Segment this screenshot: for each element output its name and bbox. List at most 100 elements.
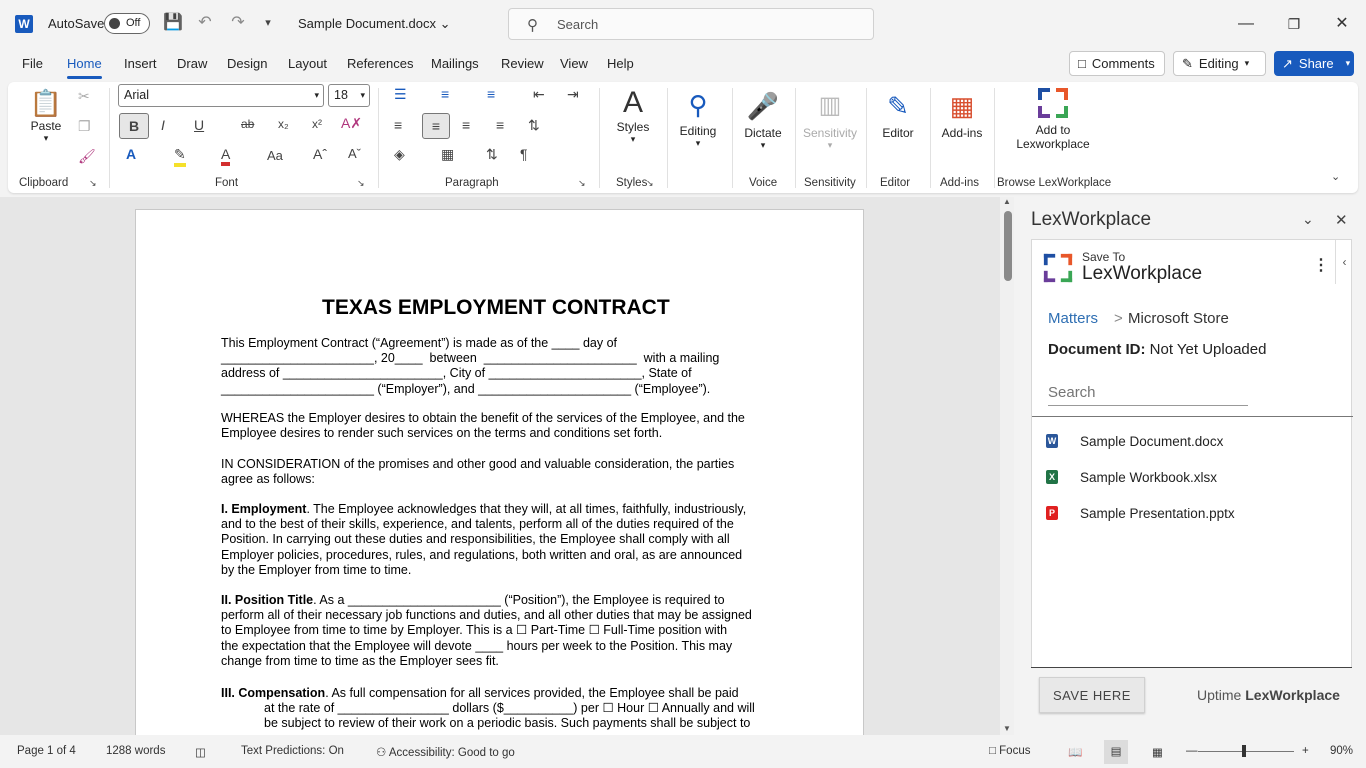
addins-button[interactable]: ▦ Add-ins	[938, 86, 986, 140]
collapse-ribbon-icon[interactable]: ⌄	[1331, 170, 1340, 183]
restore-icon[interactable]: ❐	[1283, 13, 1305, 35]
text-effects-icon[interactable]: A	[126, 146, 136, 162]
increase-indent-icon[interactable]: ⇥	[567, 86, 579, 103]
font-color-icon[interactable]: A	[221, 146, 231, 166]
dialog-launcher-icon[interactable]: ↘	[646, 178, 654, 189]
pane-search-input[interactable]	[1048, 380, 1248, 406]
justify-icon[interactable]: ≡	[496, 117, 504, 133]
comment-icon: □	[1078, 56, 1086, 71]
dialog-launcher-icon[interactable]: ↘	[578, 178, 586, 189]
show-formatting-icon[interactable]: ¶	[520, 146, 528, 162]
save-here-button[interactable]: SAVE HERE	[1039, 677, 1145, 713]
numbering-icon[interactable]: ≡	[441, 86, 449, 102]
customize-toolbar-icon[interactable]: ▾	[258, 13, 278, 33]
editing-button[interactable]: ⚲ Editing ▾	[676, 86, 720, 149]
document-page[interactable]: TEXAS EMPLOYMENT CONTRACT This Employmen…	[135, 209, 864, 735]
align-center-icon[interactable]: ≡	[422, 113, 450, 139]
copy-icon[interactable]: ❐	[78, 118, 91, 135]
close-icon[interactable]: ✕	[1331, 13, 1353, 35]
scroll-up-icon[interactable]: ▲	[1003, 197, 1011, 206]
decrease-indent-icon[interactable]: ⇤	[533, 86, 545, 103]
save-icon[interactable]: 💾	[163, 13, 183, 33]
format-painter-icon[interactable]: 🖌	[78, 148, 96, 165]
redo-icon[interactable]: ↷	[228, 13, 248, 33]
dialog-launcher-icon[interactable]: ↘	[89, 178, 97, 189]
tab-help[interactable]: Help	[607, 56, 634, 71]
shading-icon[interactable]: ◈	[394, 146, 405, 163]
dictate-button[interactable]: 🎤 Dictate ▾	[741, 86, 785, 151]
font-name-box[interactable]: Arial ▾	[118, 84, 324, 107]
undo-icon[interactable]: ↶	[195, 13, 215, 33]
shrink-font-icon[interactable]: Aˇ	[348, 146, 361, 161]
tab-review[interactable]: Review	[501, 56, 544, 71]
sensitivity-button[interactable]: ▥ Sensitivity ▾	[798, 86, 862, 151]
highlight-icon[interactable]: ✎	[174, 146, 186, 167]
scroll-down-icon[interactable]: ▼	[1003, 724, 1011, 733]
bold-icon[interactable]: B	[119, 113, 149, 139]
focus-button[interactable]: □ Focus	[989, 745, 1030, 757]
file-item[interactable]: P Sample Presentation.pptx	[1046, 502, 1235, 524]
underline-icon[interactable]: U	[194, 117, 204, 133]
document-title[interactable]: Sample Document.docx ⌄	[298, 16, 451, 32]
collapse-panel-icon[interactable]: ‹	[1335, 240, 1353, 284]
breadcrumb-matters[interactable]: Matters	[1048, 310, 1098, 327]
vertical-scrollbar[interactable]: ▲ ▼	[1000, 197, 1014, 735]
font-size-box[interactable]: 18 ▾	[328, 84, 370, 107]
grow-font-icon[interactable]: Aˆ	[313, 146, 327, 162]
tab-draw[interactable]: Draw	[177, 56, 207, 71]
page-count[interactable]: Page 1 of 4	[17, 745, 76, 757]
sort-icon[interactable]: ⇅	[486, 146, 498, 163]
read-mode-icon[interactable]: 📖	[1068, 745, 1082, 759]
zoom-slider-thumb[interactable]	[1242, 745, 1246, 757]
proofing-icon[interactable]: ◫	[195, 745, 206, 759]
tab-references[interactable]: References	[347, 56, 413, 71]
line-spacing-icon[interactable]: ⇅	[528, 117, 540, 134]
dialog-launcher-icon[interactable]: ↘	[357, 178, 365, 189]
accessibility-status[interactable]: ⚇ Accessibility: Good to go	[376, 745, 515, 759]
file-item[interactable]: X Sample Workbook.xlsx	[1046, 466, 1217, 488]
cut-icon[interactable]: ✂	[78, 88, 90, 105]
add-to-lexworkplace-button[interactable]: Add to Lexworkplace	[1008, 86, 1098, 151]
tab-file[interactable]: File	[22, 56, 43, 71]
editing-mode-button[interactable]: ✎ Editing ▾	[1173, 51, 1266, 76]
text-predictions[interactable]: Text Predictions: On	[241, 745, 344, 757]
align-right-icon[interactable]: ≡	[462, 117, 470, 133]
bullets-icon[interactable]: ☰	[394, 86, 407, 103]
paragraph-whereas: WHEREAS the Employer desires to obtain t…	[221, 411, 745, 441]
share-button[interactable]: ↗ Share ▾	[1274, 51, 1354, 76]
word-count[interactable]: 1288 words	[106, 745, 165, 757]
pane-options-icon[interactable]: ⌄	[1302, 211, 1314, 228]
print-layout-icon[interactable]: ▤	[1104, 740, 1128, 764]
autosave-toggle[interactable]: Off	[104, 13, 150, 34]
multilevel-list-icon[interactable]: ≡	[487, 86, 495, 102]
italic-icon[interactable]: I	[161, 117, 165, 133]
zoom-in-icon[interactable]: +	[1302, 745, 1309, 757]
scroll-thumb[interactable]	[1004, 211, 1012, 281]
borders-icon[interactable]: ▦	[441, 146, 454, 163]
styles-button[interactable]: A Styles ▾	[612, 86, 654, 145]
tab-mailings[interactable]: Mailings	[431, 56, 479, 71]
tab-layout[interactable]: Layout	[288, 56, 327, 71]
strikethrough-icon[interactable]: ab	[241, 117, 254, 131]
web-layout-icon[interactable]: ▦	[1152, 745, 1163, 759]
minimize-icon[interactable]: —	[1235, 13, 1257, 35]
subscript-icon[interactable]: x₂	[278, 117, 289, 131]
tab-home[interactable]: Home	[67, 56, 102, 79]
change-case-icon[interactable]: Aa	[267, 148, 283, 163]
comments-button[interactable]: □ Comments	[1069, 51, 1165, 76]
more-options-icon[interactable]: ⋮	[1313, 255, 1329, 275]
zoom-out-icon[interactable]: —	[1186, 745, 1198, 757]
clear-formatting-icon[interactable]: A✗	[341, 115, 362, 132]
close-pane-icon[interactable]: ✕	[1335, 211, 1348, 229]
tab-design[interactable]: Design	[227, 56, 267, 71]
tab-insert[interactable]: Insert	[124, 56, 157, 71]
zoom-slider[interactable]	[1198, 751, 1294, 752]
superscript-icon[interactable]: x²	[312, 117, 322, 131]
zoom-level[interactable]: 90%	[1330, 745, 1353, 757]
search-box[interactable]: ⚲ Search	[508, 8, 874, 40]
file-item[interactable]: W Sample Document.docx	[1046, 430, 1223, 452]
align-left-icon[interactable]: ≡	[394, 117, 402, 133]
paste-button[interactable]: 📋 Paste ▾	[26, 88, 66, 144]
editor-button[interactable]: ✎ Editor	[876, 86, 920, 140]
tab-view[interactable]: View	[560, 56, 588, 71]
